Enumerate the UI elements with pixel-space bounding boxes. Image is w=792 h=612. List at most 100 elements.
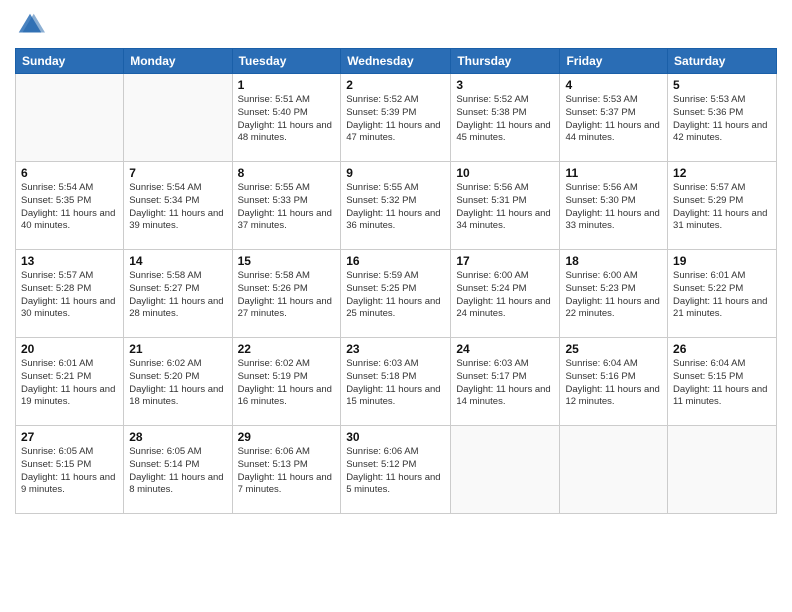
logo-icon [15,10,45,40]
day-info: Sunrise: 5:52 AM Sunset: 5:39 PM Dayligh… [346,94,445,145]
day-info: Sunrise: 6:02 AM Sunset: 5:20 PM Dayligh… [129,358,226,409]
day-number: 20 [21,342,118,356]
day-number: 26 [673,342,771,356]
weekday-header: Thursday [451,49,560,74]
calendar-cell: 12 Sunrise: 5:57 AM Sunset: 5:29 PM Dayli… [668,162,777,250]
calendar-cell: 9 Sunrise: 5:55 AM Sunset: 5:32 PM Daylig… [341,162,451,250]
day-info: Sunrise: 6:05 AM Sunset: 5:15 PM Dayligh… [21,446,118,497]
day-info: Sunrise: 5:55 AM Sunset: 5:32 PM Dayligh… [346,182,445,233]
weekday-header: Wednesday [341,49,451,74]
day-number: 15 [238,254,336,268]
logo [15,10,49,40]
calendar-week-row: 1 Sunrise: 5:51 AM Sunset: 5:40 PM Daylig… [16,74,777,162]
day-info: Sunrise: 6:01 AM Sunset: 5:21 PM Dayligh… [21,358,118,409]
calendar-cell: 7Sunrise: 5:54 AM Sunset: 5:34 PM Daylig… [124,162,232,250]
day-number: 4 [565,78,662,92]
day-info: Sunrise: 5:57 AM Sunset: 5:28 PM Dayligh… [21,270,118,321]
calendar-cell: 3 Sunrise: 5:52 AM Sunset: 5:38 PM Daylig… [451,74,560,162]
day-info: Sunrise: 6:06 AM Sunset: 5:12 PM Dayligh… [346,446,445,497]
day-info: Sunrise: 5:56 AM Sunset: 5:31 PM Dayligh… [456,182,554,233]
calendar-cell: 6 Sunrise: 5:54 AM Sunset: 5:35 PM Daylig… [16,162,124,250]
calendar-week-row: 27 Sunrise: 6:05 AM Sunset: 5:15 PM Dayli… [16,426,777,514]
calendar-cell: 23Sunrise: 6:03 AM Sunset: 5:18 PM Dayli… [341,338,451,426]
calendar-cell: 16 Sunrise: 5:59 AM Sunset: 5:25 PM Dayli… [341,250,451,338]
day-number: 29 [238,430,336,444]
header [15,10,777,40]
day-info: Sunrise: 5:54 AM Sunset: 5:34 PM Dayligh… [129,182,226,233]
day-number: 24 [456,342,554,356]
calendar-cell: 1 Sunrise: 5:51 AM Sunset: 5:40 PM Daylig… [232,74,341,162]
calendar-cell: 5 Sunrise: 5:53 AM Sunset: 5:36 PM Daylig… [668,74,777,162]
weekday-header: Sunday [16,49,124,74]
day-number: 13 [21,254,118,268]
day-number: 14 [129,254,226,268]
day-info: Sunrise: 5:53 AM Sunset: 5:36 PM Dayligh… [673,94,771,145]
day-info: Sunrise: 5:56 AM Sunset: 5:30 PM Dayligh… [565,182,662,233]
day-number: 27 [21,430,118,444]
day-number: 25 [565,342,662,356]
day-info: Sunrise: 5:59 AM Sunset: 5:25 PM Dayligh… [346,270,445,321]
day-number: 1 [238,78,336,92]
day-info: Sunrise: 6:00 AM Sunset: 5:23 PM Dayligh… [565,270,662,321]
calendar-cell [16,74,124,162]
calendar-table: SundayMondayTuesdayWednesdayThursdayFrid… [15,48,777,514]
day-number: 6 [21,166,118,180]
day-info: Sunrise: 6:05 AM Sunset: 5:14 PM Dayligh… [129,446,226,497]
day-number: 19 [673,254,771,268]
page: SundayMondayTuesdayWednesdayThursdayFrid… [0,0,792,612]
calendar-cell: 20 Sunrise: 6:01 AM Sunset: 5:21 PM Dayli… [16,338,124,426]
day-info: Sunrise: 5:57 AM Sunset: 5:29 PM Dayligh… [673,182,771,233]
day-number: 16 [346,254,445,268]
weekday-header: Tuesday [232,49,341,74]
calendar-cell: 15 Sunrise: 5:58 AM Sunset: 5:26 PM Dayli… [232,250,341,338]
calendar-cell [451,426,560,514]
calendar-cell: 4 Sunrise: 5:53 AM Sunset: 5:37 PM Daylig… [560,74,668,162]
day-info: Sunrise: 6:06 AM Sunset: 5:13 PM Dayligh… [238,446,336,497]
calendar-cell: 8 Sunrise: 5:55 AM Sunset: 5:33 PM Daylig… [232,162,341,250]
calendar-cell [668,426,777,514]
calendar-header-row: SundayMondayTuesdayWednesdayThursdayFrid… [16,49,777,74]
day-number: 18 [565,254,662,268]
day-info: Sunrise: 5:58 AM Sunset: 5:26 PM Dayligh… [238,270,336,321]
day-info: Sunrise: 6:03 AM Sunset: 5:18 PM Dayligh… [346,358,445,409]
day-info: Sunrise: 6:04 AM Sunset: 5:15 PM Dayligh… [673,358,771,409]
calendar-cell: 26 Sunrise: 6:04 AM Sunset: 5:15 PM Dayli… [668,338,777,426]
day-info: Sunrise: 6:00 AM Sunset: 5:24 PM Dayligh… [456,270,554,321]
day-number: 21 [129,342,226,356]
calendar-cell: 14Sunrise: 5:58 AM Sunset: 5:27 PM Dayli… [124,250,232,338]
day-number: 30 [346,430,445,444]
calendar-cell: 18 Sunrise: 6:00 AM Sunset: 5:23 PM Dayli… [560,250,668,338]
calendar-cell: 29 Sunrise: 6:06 AM Sunset: 5:13 PM Dayli… [232,426,341,514]
day-number: 8 [238,166,336,180]
day-info: Sunrise: 6:02 AM Sunset: 5:19 PM Dayligh… [238,358,336,409]
day-info: Sunrise: 5:51 AM Sunset: 5:40 PM Dayligh… [238,94,336,145]
calendar-cell [560,426,668,514]
calendar-cell: 13 Sunrise: 5:57 AM Sunset: 5:28 PM Dayli… [16,250,124,338]
calendar-cell: 10 Sunrise: 5:56 AM Sunset: 5:31 PM Dayli… [451,162,560,250]
day-info: Sunrise: 6:04 AM Sunset: 5:16 PM Dayligh… [565,358,662,409]
weekday-header: Monday [124,49,232,74]
day-info: Sunrise: 5:52 AM Sunset: 5:38 PM Dayligh… [456,94,554,145]
weekday-header: Saturday [668,49,777,74]
calendar-cell: 25 Sunrise: 6:04 AM Sunset: 5:16 PM Dayli… [560,338,668,426]
calendar-cell: 28 Sunrise: 6:05 AM Sunset: 5:14 PM Dayli… [124,426,232,514]
day-number: 10 [456,166,554,180]
day-number: 28 [129,430,226,444]
day-number: 12 [673,166,771,180]
weekday-header: Friday [560,49,668,74]
day-number: 17 [456,254,554,268]
calendar-cell: 21 Sunrise: 6:02 AM Sunset: 5:20 PM Dayli… [124,338,232,426]
day-info: Sunrise: 6:03 AM Sunset: 5:17 PM Dayligh… [456,358,554,409]
calendar-week-row: 6 Sunrise: 5:54 AM Sunset: 5:35 PM Daylig… [16,162,777,250]
day-number: 3 [456,78,554,92]
day-number: 2 [346,78,445,92]
day-info: Sunrise: 5:55 AM Sunset: 5:33 PM Dayligh… [238,182,336,233]
calendar-week-row: 20 Sunrise: 6:01 AM Sunset: 5:21 PM Dayli… [16,338,777,426]
day-number: 9 [346,166,445,180]
day-number: 5 [673,78,771,92]
day-info: Sunrise: 5:54 AM Sunset: 5:35 PM Dayligh… [21,182,118,233]
day-info: Sunrise: 5:53 AM Sunset: 5:37 PM Dayligh… [565,94,662,145]
calendar-cell: 24 Sunrise: 6:03 AM Sunset: 5:17 PM Dayli… [451,338,560,426]
calendar-cell: 30 Sunrise: 6:06 AM Sunset: 5:12 PM Dayli… [341,426,451,514]
calendar-week-row: 13 Sunrise: 5:57 AM Sunset: 5:28 PM Dayli… [16,250,777,338]
